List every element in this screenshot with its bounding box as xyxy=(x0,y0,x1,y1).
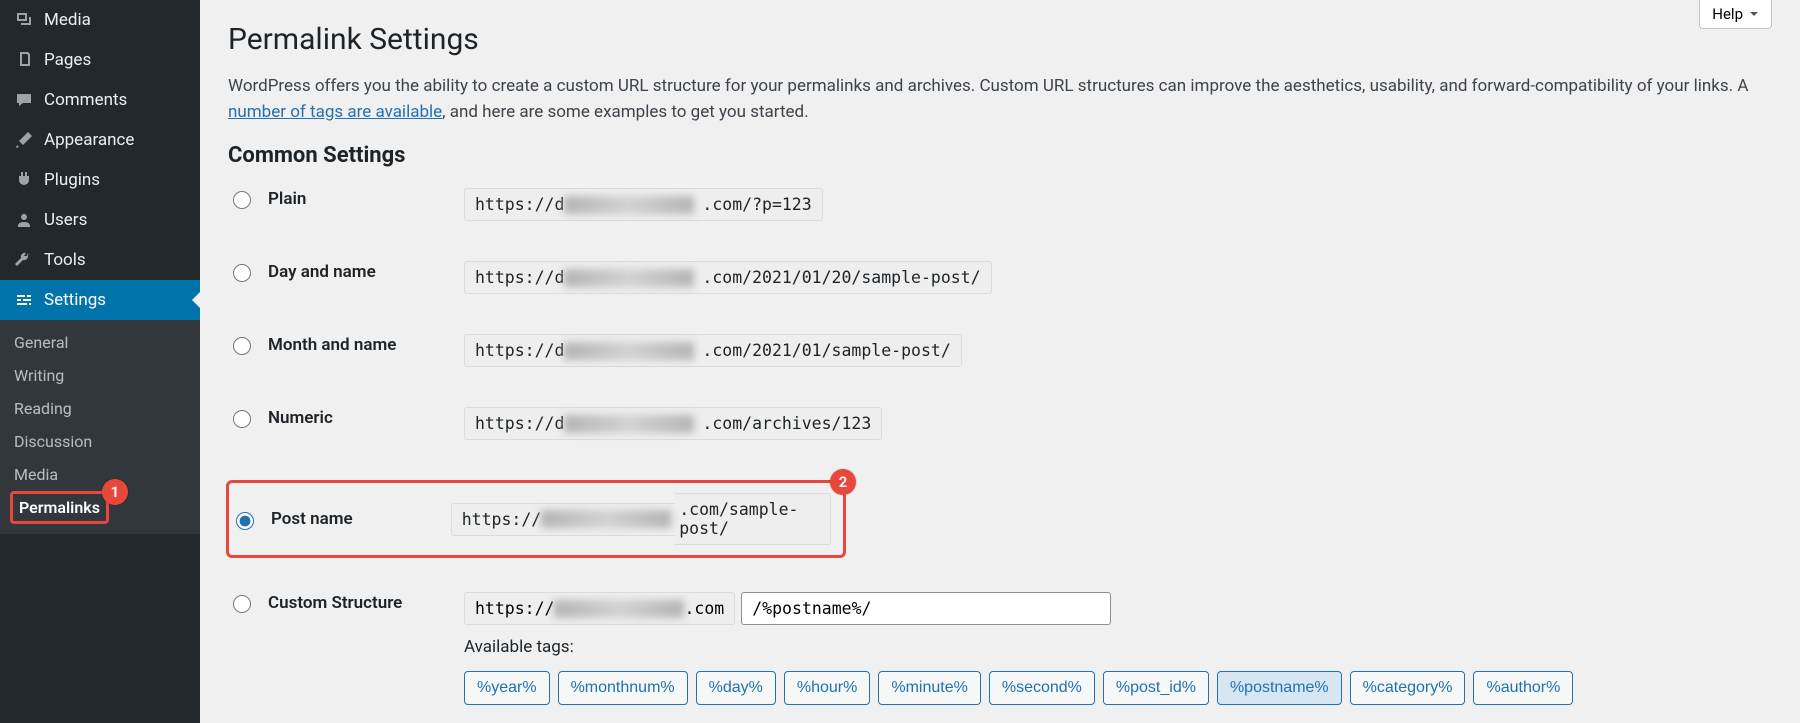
annotation-2: 2 xyxy=(830,469,856,495)
comment-icon xyxy=(14,90,34,110)
radio-label-postname[interactable]: Post name xyxy=(229,509,451,530)
tags-link[interactable]: number of tags are available xyxy=(228,102,442,122)
settings-submenu: General Writing Reading Discussion Media… xyxy=(0,320,200,534)
user-icon xyxy=(14,210,34,230)
domain-blur xyxy=(564,269,694,287)
option-monthname: Month and name https://d .com/2021/01/sa… xyxy=(228,334,1772,367)
page-title: Permalink Settings xyxy=(228,22,1772,57)
submenu-reading[interactable]: Reading xyxy=(0,392,200,425)
sidebar-label: Pages xyxy=(44,50,91,70)
plug-icon xyxy=(14,170,34,190)
section-heading: Common Settings xyxy=(228,143,1772,168)
sidebar-label: Media xyxy=(44,10,91,30)
sidebar-item-comments[interactable]: Comments xyxy=(0,80,200,120)
tags-area: Available tags: %year% %monthnum% %day% … xyxy=(464,637,1573,705)
radio-label-dayname[interactable]: Day and name xyxy=(228,261,464,282)
annotation-1: 1 xyxy=(102,479,128,505)
sidebar-label: Appearance xyxy=(44,130,134,150)
radio-custom[interactable] xyxy=(233,595,251,613)
sidebar-item-appearance[interactable]: Appearance xyxy=(0,120,200,160)
domain-blur xyxy=(554,600,684,618)
sidebar-item-settings[interactable]: Settings xyxy=(0,280,200,320)
intro-text: WordPress offers you the ability to crea… xyxy=(228,74,1772,125)
sidebar-label: Comments xyxy=(44,90,127,110)
sidebar-label: Tools xyxy=(44,250,86,270)
help-tab[interactable]: Help xyxy=(1699,0,1772,29)
submenu-writing[interactable]: Writing xyxy=(0,359,200,392)
tag-postname[interactable]: %postname% xyxy=(1217,671,1342,705)
tag-year[interactable]: %year% xyxy=(464,671,550,705)
url-sample-monthname: https://d .com/2021/01/sample-post/ xyxy=(464,334,962,367)
radio-monthname[interactable] xyxy=(233,337,251,355)
sidebar-item-pages[interactable]: Pages xyxy=(0,40,200,80)
domain-blur xyxy=(541,510,671,528)
caret-down-icon xyxy=(1749,9,1759,19)
custom-url-row: https://.com xyxy=(464,592,1573,625)
submenu-discussion[interactable]: Discussion xyxy=(0,425,200,458)
domain-blur xyxy=(564,342,694,360)
sidebar-item-users[interactable]: Users xyxy=(0,200,200,240)
radio-postname[interactable] xyxy=(236,512,254,530)
sidebar-label: Plugins xyxy=(44,170,100,190)
tag-monthnum[interactable]: %monthnum% xyxy=(558,671,688,705)
tags-label: Available tags: xyxy=(464,637,1573,657)
wrench-icon xyxy=(14,250,34,270)
tag-postid[interactable]: %post_id% xyxy=(1103,671,1209,705)
submenu-media[interactable]: Media xyxy=(0,458,200,491)
brush-icon xyxy=(14,130,34,150)
sidebar-item-plugins[interactable]: Plugins xyxy=(0,160,200,200)
sidebar-label: Users xyxy=(44,210,87,230)
radio-plain[interactable] xyxy=(233,191,251,209)
sliders-icon xyxy=(14,290,34,310)
radio-dayname[interactable] xyxy=(233,264,251,282)
page-icon xyxy=(14,50,34,70)
main-content: Help Permalink Settings WordPress offers… xyxy=(200,0,1800,723)
tag-day[interactable]: %day% xyxy=(696,671,776,705)
option-custom: Custom Structure https://.com Available … xyxy=(228,592,1772,705)
option-dayname: Day and name https://d .com/2021/01/20/s… xyxy=(228,261,1772,294)
domain-blur xyxy=(564,196,694,214)
media-icon xyxy=(14,10,34,30)
tag-category[interactable]: %category% xyxy=(1350,671,1466,705)
url-sample-dayname: https://d .com/2021/01/20/sample-post/ xyxy=(464,261,992,294)
radio-label-plain[interactable]: Plain xyxy=(228,188,464,209)
tag-second[interactable]: %second% xyxy=(989,671,1095,705)
radio-label-numeric[interactable]: Numeric xyxy=(228,407,464,428)
sidebar-label: Settings xyxy=(44,290,106,310)
sidebar-item-tools[interactable]: Tools xyxy=(0,240,200,280)
option-postname-highlight: 2 Post name https:// .com/sample-post/ xyxy=(226,480,846,558)
submenu-permalinks[interactable]: Permalinks 1 xyxy=(10,491,109,524)
tags-row: %year% %monthnum% %day% %hour% %minute% … xyxy=(464,671,1573,705)
radio-label-custom[interactable]: Custom Structure xyxy=(228,592,464,613)
tag-minute[interactable]: %minute% xyxy=(878,671,980,705)
url-sample-numeric: https://d .com/archives/123 xyxy=(464,407,882,440)
custom-structure-input[interactable] xyxy=(741,592,1111,625)
admin-sidebar: Media Pages Comments Appearance Plugins … xyxy=(0,0,200,723)
radio-numeric[interactable] xyxy=(233,410,251,428)
option-numeric: Numeric https://d .com/archives/123 xyxy=(228,407,1772,440)
radio-label-monthname[interactable]: Month and name xyxy=(228,334,464,355)
submenu-general[interactable]: General xyxy=(0,326,200,359)
domain-blur xyxy=(564,415,694,433)
sidebar-item-media[interactable]: Media xyxy=(0,0,200,40)
tag-author[interactable]: %author% xyxy=(1473,671,1573,705)
option-plain: Plain https://d .com/?p=123 xyxy=(228,188,1772,221)
url-sample-postname: https:// .com/sample-post/ xyxy=(451,493,831,545)
url-sample-plain: https://d .com/?p=123 xyxy=(464,188,823,221)
tag-hour[interactable]: %hour% xyxy=(784,671,870,705)
